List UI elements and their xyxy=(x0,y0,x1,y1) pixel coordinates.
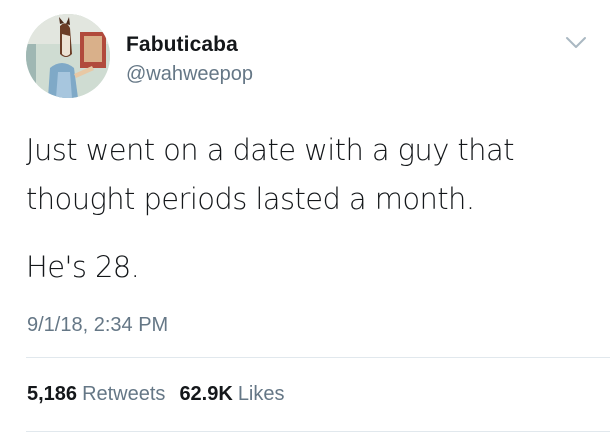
avatar-image xyxy=(26,14,110,98)
tweet-card: Fabuticaba @wahweepop Just went on a dat… xyxy=(0,0,610,436)
retweets-count: 5,186 xyxy=(27,383,78,405)
tweet-text: Just went on a date with a guy that thou… xyxy=(26,126,596,292)
chevron-down-icon[interactable] xyxy=(565,36,587,50)
avatar[interactable] xyxy=(26,14,110,98)
divider xyxy=(26,431,610,432)
tweet-text-line: thought periods lasted a month. xyxy=(26,182,475,216)
retweets-stat[interactable]: 5,186 Retweets xyxy=(27,383,165,405)
retweets-label: Retweets xyxy=(82,383,166,405)
tweet-text-line: He's 28. xyxy=(26,250,140,284)
likes-stat[interactable]: 62.9K Likes xyxy=(179,383,284,405)
likes-label: Likes xyxy=(237,383,285,405)
display-name[interactable]: Fabuticaba xyxy=(126,33,238,57)
tweet-text-line: Just went on a date with a guy that xyxy=(26,133,514,167)
user-handle[interactable]: @wahweepop xyxy=(126,63,253,86)
tweet-stats: 5,186 Retweets 62.9K Likes xyxy=(27,383,285,406)
divider xyxy=(26,357,610,358)
tweet-timestamp[interactable]: 9/1/18, 2:34 PM xyxy=(27,314,168,337)
likes-count: 62.9K xyxy=(179,383,233,405)
